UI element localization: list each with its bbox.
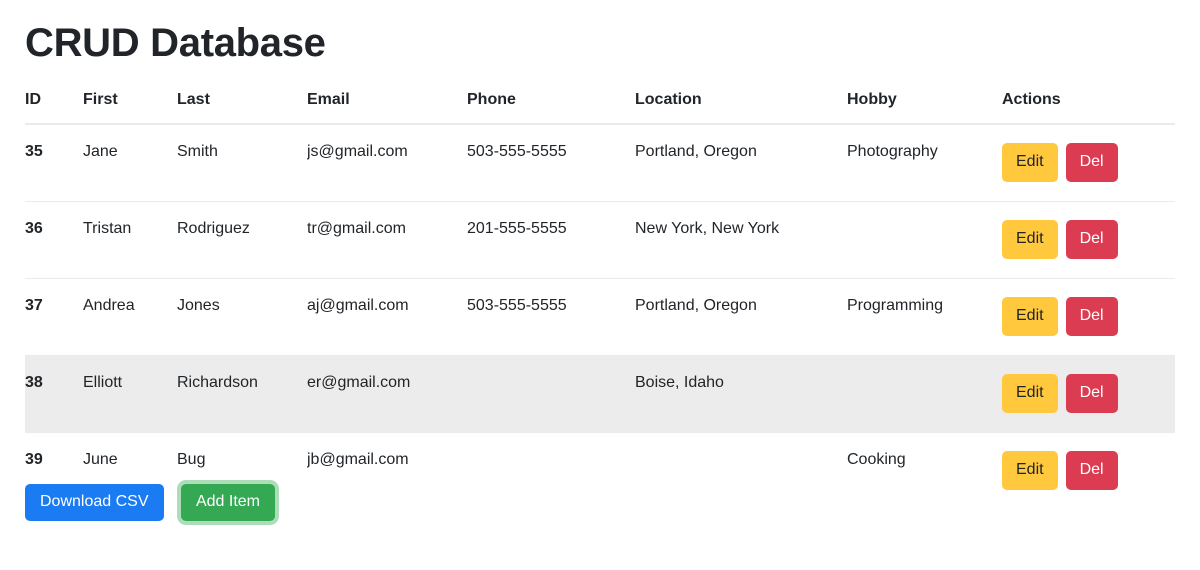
table-body: 35JaneSmithjs@gmail.com503-555-5555Portl… xyxy=(25,124,1175,509)
edit-button[interactable]: Edit xyxy=(1002,143,1058,182)
cell-actions: EditDel xyxy=(1002,356,1175,433)
cell-location: Portland, Oregon xyxy=(635,124,847,202)
delete-button[interactable]: Del xyxy=(1066,220,1118,259)
add-item-button[interactable]: Add Item xyxy=(181,484,275,521)
cell-location: New York, New York xyxy=(635,202,847,279)
cell-phone: 503-555-5555 xyxy=(467,279,635,356)
cell-phone xyxy=(467,433,635,510)
page-title: CRUD Database xyxy=(25,0,1175,68)
column-header-email: Email xyxy=(307,91,467,124)
cell-id: 38 xyxy=(25,356,83,433)
edit-button[interactable]: Edit xyxy=(1002,220,1058,259)
cell-phone xyxy=(467,356,635,433)
column-header-actions: Actions xyxy=(1002,91,1175,124)
crud-table: ID First Last Email Phone Location Hobby… xyxy=(25,91,1175,509)
cell-email: js@gmail.com xyxy=(307,124,467,202)
cell-email: tr@gmail.com xyxy=(307,202,467,279)
cell-email: jb@gmail.com xyxy=(307,433,467,510)
cell-last: Smith xyxy=(177,124,307,202)
table-row[interactable]: 36TristanRodrigueztr@gmail.com201-555-55… xyxy=(25,202,1175,279)
cell-hobby: Programming xyxy=(847,279,1002,356)
cell-hobby xyxy=(847,202,1002,279)
cell-id: 36 xyxy=(25,202,83,279)
cell-first: Tristan xyxy=(83,202,177,279)
cell-location xyxy=(635,433,847,510)
delete-button[interactable]: Del xyxy=(1066,143,1118,182)
cell-first: Andrea xyxy=(83,279,177,356)
edit-button[interactable]: Edit xyxy=(1002,451,1058,490)
cell-last: Jones xyxy=(177,279,307,356)
column-header-first: First xyxy=(83,91,177,124)
column-header-phone: Phone xyxy=(467,91,635,124)
cell-id: 37 xyxy=(25,279,83,356)
cell-hobby xyxy=(847,356,1002,433)
cell-actions: EditDel xyxy=(1002,279,1175,356)
crud-database-page: CRUD Database ID First Last Email Phone … xyxy=(0,0,1200,570)
cell-actions: EditDel xyxy=(1002,124,1175,202)
delete-button[interactable]: Del xyxy=(1066,297,1118,336)
cell-location: Boise, Idaho xyxy=(635,356,847,433)
cell-first: Elliott xyxy=(83,356,177,433)
cell-phone: 503-555-5555 xyxy=(467,124,635,202)
cell-hobby: Cooking xyxy=(847,433,1002,510)
cell-last: Rodriguez xyxy=(177,202,307,279)
cell-first: Jane xyxy=(83,124,177,202)
column-header-last: Last xyxy=(177,91,307,124)
cell-location: Portland, Oregon xyxy=(635,279,847,356)
table-header: ID First Last Email Phone Location Hobby… xyxy=(25,91,1175,124)
edit-button[interactable]: Edit xyxy=(1002,374,1058,413)
table-container: ID First Last Email Phone Location Hobby… xyxy=(25,91,1175,509)
table-row[interactable]: 37AndreaJonesaj@gmail.com503-555-5555Por… xyxy=(25,279,1175,356)
cell-hobby: Photography xyxy=(847,124,1002,202)
cell-email: er@gmail.com xyxy=(307,356,467,433)
cell-phone: 201-555-5555 xyxy=(467,202,635,279)
table-header-row: ID First Last Email Phone Location Hobby… xyxy=(25,91,1175,124)
table-row[interactable]: 38ElliottRichardsoner@gmail.com Boise, Id… xyxy=(25,356,1175,433)
edit-button[interactable]: Edit xyxy=(1002,297,1058,336)
cell-email: aj@gmail.com xyxy=(307,279,467,356)
footer-actions: Download CSV Add Item xyxy=(25,484,275,521)
delete-button[interactable]: Del xyxy=(1066,374,1118,413)
delete-button[interactable]: Del xyxy=(1066,451,1118,490)
column-header-hobby: Hobby xyxy=(847,91,1002,124)
table-row[interactable]: 35JaneSmithjs@gmail.com503-555-5555Portl… xyxy=(25,124,1175,202)
cell-actions: EditDel xyxy=(1002,433,1175,510)
column-header-id: ID xyxy=(25,91,83,124)
cell-id: 35 xyxy=(25,124,83,202)
column-header-location: Location xyxy=(635,91,847,124)
cell-actions: EditDel xyxy=(1002,202,1175,279)
download-csv-button[interactable]: Download CSV xyxy=(25,484,164,521)
cell-last: Richardson xyxy=(177,356,307,433)
